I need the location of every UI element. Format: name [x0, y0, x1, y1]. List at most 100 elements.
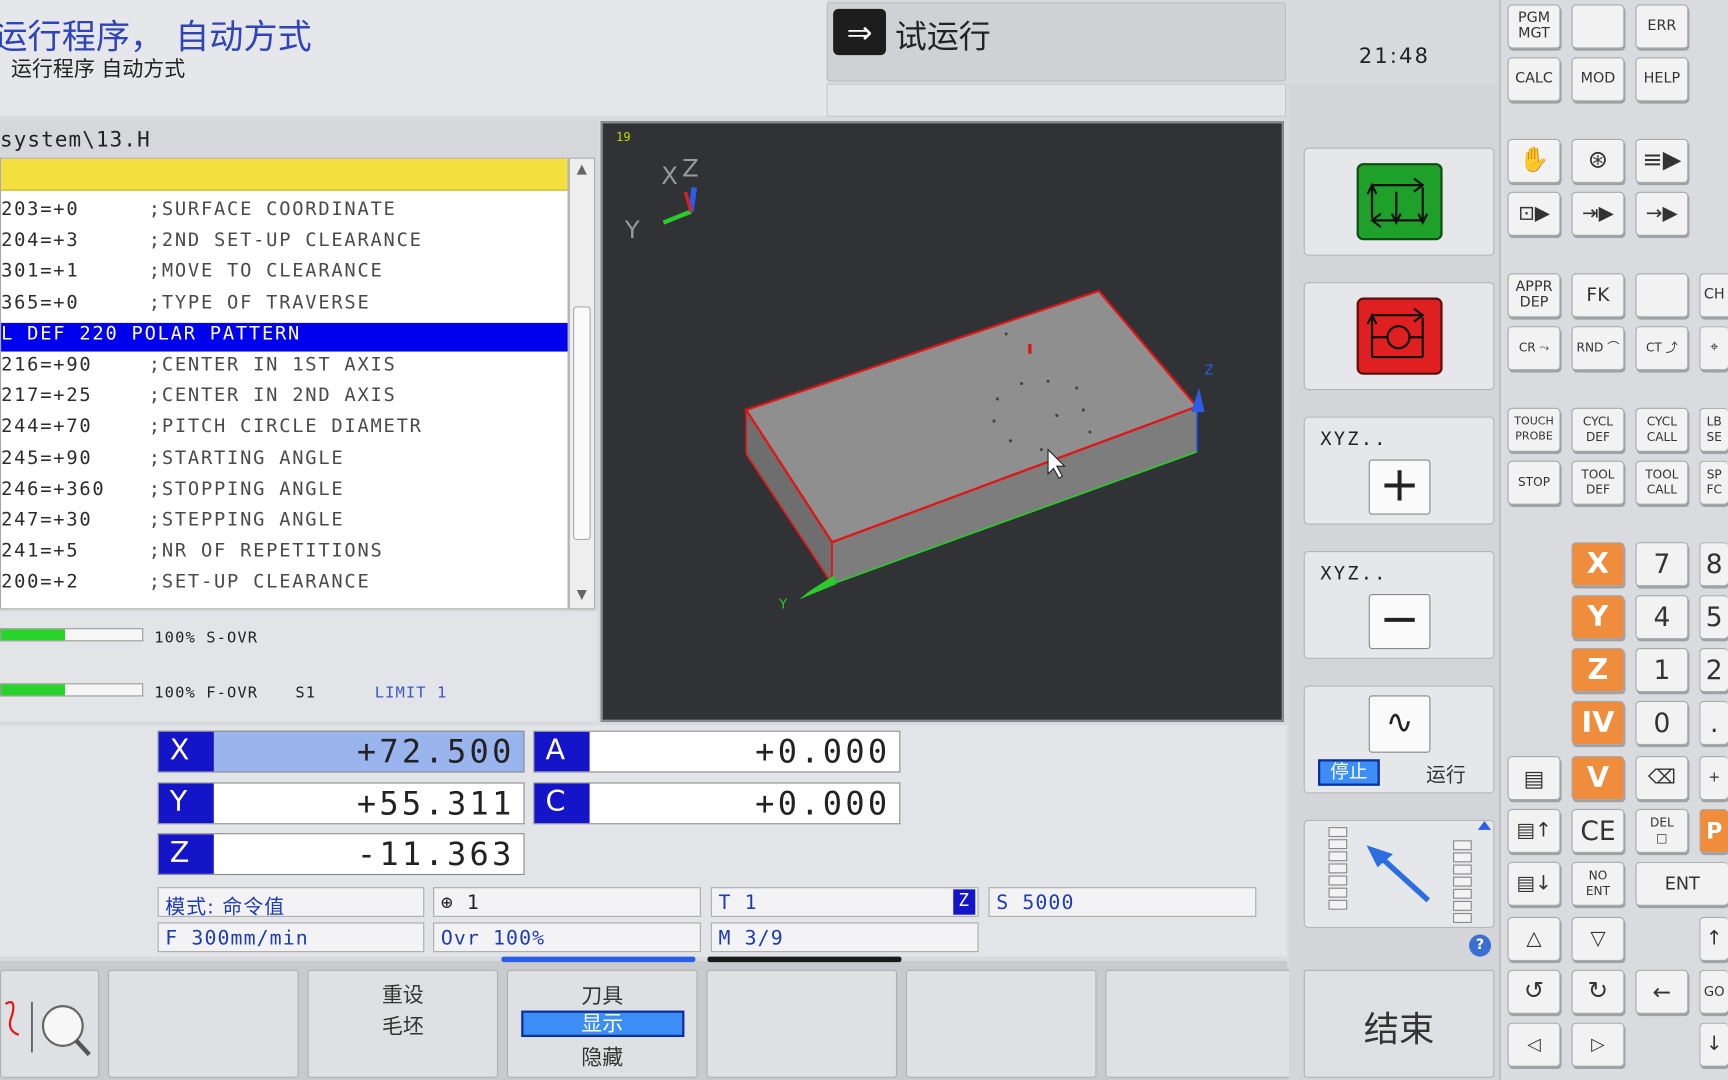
program-run-full-icon[interactable]: ⇥▶ [1571, 191, 1625, 236]
key-spec-fct[interactable]: SP FC [1699, 460, 1728, 505]
softkey-direction[interactable] [1303, 819, 1495, 928]
softkey-xyz-plus[interactable]: XYZ.. + [1303, 416, 1495, 525]
insert-down-icon[interactable]: ▤↓ [1507, 861, 1561, 906]
key-2[interactable]: 2 [1699, 647, 1728, 693]
key-calc[interactable]: CALC [1507, 57, 1561, 102]
tool-axis-badge: Z [953, 889, 976, 915]
key-appr-dep[interactable]: APPR DEP [1507, 273, 1561, 318]
arrow-up-icon[interactable]: △ [1507, 916, 1561, 961]
single-block-icon [1356, 163, 1443, 241]
help-icon[interactable]: ? [1469, 934, 1492, 957]
scroll-thumb[interactable] [573, 306, 591, 540]
key-tool-def[interactable]: TOOL DEF [1571, 460, 1625, 505]
arrow-left-icon[interactable]: ◁ [1507, 1022, 1561, 1067]
softkey-xyz-minus[interactable]: XYZ.. − [1303, 551, 1495, 660]
program-line[interactable]: 200=+2 ;SET-UP CLEARANCE [1, 571, 567, 600]
cursor-down-icon[interactable]: ↓ [1699, 1022, 1728, 1067]
cursor-up-icon[interactable]: ↑ [1699, 916, 1728, 961]
softkey-tool-display[interactable]: 刀具 显示 隐藏 [506, 969, 698, 1078]
key-5[interactable]: 5 [1699, 595, 1728, 640]
key-rnd[interactable]: RND ⌒ [1571, 326, 1625, 371]
arrow-down-icon[interactable]: ▽ [1571, 916, 1625, 961]
key-axis-x[interactable]: X [1571, 542, 1625, 587]
program-line[interactable]: 301=+1 ;MOVE TO CLEARANCE [1, 261, 567, 290]
program-line[interactable]: L DEF 220 POLAR PATTERN [1, 322, 568, 352]
key-mod[interactable]: MOD [1571, 57, 1625, 102]
program-line[interactable]: 244=+70 ;PITCH CIRCLE DIAMETR [1, 416, 567, 445]
key-touch-probe[interactable]: TOUCH PROBE [1507, 407, 1561, 452]
key-axis-v[interactable]: V [1571, 755, 1625, 801]
program-line[interactable]: 245=+90 ;STARTING ANGLE [1, 447, 567, 476]
program-line[interactable]: 216=+90 ;CENTER IN 1ST AXIS [1, 354, 567, 383]
program-line[interactable]: 204=+3 ;2ND SET-UP CLEARANCE [1, 229, 567, 258]
program-line[interactable]: 246=+360 ;STOPPING ANGLE [1, 478, 567, 507]
softkey-reset-blank[interactable]: 重设 毛坯 [307, 969, 499, 1078]
key-stop[interactable]: STOP [1507, 460, 1561, 505]
key-1[interactable]: 1 [1635, 647, 1689, 693]
key-cr[interactable]: CR ⤳ [1507, 326, 1561, 371]
key-del[interactable]: DEL □ [1635, 808, 1689, 853]
mdi-icon[interactable]: ≡▶ [1635, 138, 1689, 183]
graphics-view[interactable]: 19 X Z Y Z Y [600, 121, 1284, 722]
softkey-full-sequence[interactable] [1303, 282, 1495, 391]
arrow-right-icon[interactable]: ▷ [1571, 1022, 1625, 1067]
softkey-zoom[interactable] [0, 969, 100, 1078]
program-line[interactable]: 365=+0 ;TYPE OF TRAVERSE [1, 292, 567, 321]
key-axis-z[interactable]: Z [1571, 647, 1625, 693]
key-ct[interactable]: CT ⤴ [1635, 326, 1689, 371]
insert-up-icon[interactable]: ▤↑ [1507, 808, 1561, 853]
program-scrollbar[interactable]: ▲ ▼ [568, 157, 596, 610]
program-run-single-icon[interactable]: ⊡▶ [1507, 191, 1561, 236]
softkey-stop-run[interactable]: ∿ 停止 运行 [1303, 685, 1495, 794]
key-0[interactable]: 0 [1635, 700, 1689, 745]
key-chf[interactable]: CH [1699, 273, 1728, 318]
key-tool-call[interactable]: TOOL CALL [1635, 460, 1689, 505]
key-file-icon[interactable]: ▤ [1507, 755, 1561, 801]
key-lbl-set[interactable]: LB SE [1699, 407, 1728, 452]
page-forward-icon[interactable]: ↻ [1571, 969, 1625, 1014]
key-fk[interactable]: FK [1571, 273, 1625, 318]
key-help[interactable]: HELP [1635, 57, 1689, 102]
key-l-partial[interactable]: ⌖ [1699, 326, 1728, 371]
program-line[interactable]: 247=+30 ;STEPPING ANGLE [1, 509, 567, 538]
key-ce[interactable]: CE [1571, 808, 1625, 853]
key-8[interactable]: 8 [1699, 542, 1728, 587]
handwheel-icon[interactable]: ⊛ [1571, 138, 1625, 183]
key-cycl-def[interactable]: CYCL DEF [1571, 407, 1625, 452]
key-pgm-mgt[interactable]: PGM MGT [1507, 4, 1561, 49]
key-p[interactable]: P [1699, 808, 1728, 853]
softkey-empty-1[interactable] [107, 969, 299, 1078]
scroll-down-icon[interactable]: ▼ [573, 586, 591, 606]
page-back-icon[interactable]: ↺ [1507, 969, 1561, 1014]
key-goto[interactable]: GO [1699, 969, 1728, 1014]
key-plus-minus[interactable]: + [1699, 755, 1728, 801]
backspace-icon[interactable]: ⌫ [1635, 755, 1689, 801]
softkey-empty-3[interactable] [905, 969, 1097, 1078]
key-axis-iv[interactable]: IV [1571, 700, 1625, 745]
softkey-end[interactable]: 结束 [1303, 969, 1495, 1078]
softkey-single-block[interactable] [1303, 147, 1495, 256]
key-4[interactable]: 4 [1635, 595, 1689, 640]
key-ent[interactable]: ENT [1635, 861, 1728, 906]
program-line-comment: ;CENTER IN 1ST AXIS [148, 353, 397, 376]
softkey-empty-4[interactable] [1105, 969, 1296, 1078]
key-blank-2[interactable] [1635, 273, 1689, 318]
program-line-code: 217=+25 [1, 384, 93, 407]
key-axis-y[interactable]: Y [1571, 595, 1625, 640]
program-listing[interactable]: 203=+0 ;SURFACE COORDINATE 204=+3 ;2ND SET-… [0, 157, 569, 610]
softkey-empty-2[interactable] [706, 969, 898, 1078]
cursor-left-icon[interactable]: ← [1635, 969, 1689, 1014]
key-blank-1[interactable] [1571, 4, 1625, 49]
program-line[interactable]: 241=+5 ;NR OF REPETITIONS [1, 540, 567, 569]
program-test-icon[interactable]: →▶ [1635, 191, 1689, 236]
key-cycl-call[interactable]: CYCL CALL [1635, 407, 1689, 452]
program-line[interactable]: 203=+0 ;SURFACE COORDINATE [1, 198, 567, 227]
scroll-up-icon[interactable]: ▲ [573, 161, 591, 181]
program-line-comment: ;STARTING ANGLE [148, 446, 345, 470]
manual-mode-icon[interactable]: ✋ [1507, 138, 1561, 183]
key-no-ent[interactable]: NO ENT [1571, 861, 1625, 906]
key-err[interactable]: ERR [1635, 4, 1689, 49]
key-7[interactable]: 7 [1635, 542, 1689, 587]
program-line[interactable]: 217=+25 ;CENTER IN 2ND AXIS [1, 385, 567, 414]
key-decimal[interactable]: . [1699, 700, 1728, 745]
